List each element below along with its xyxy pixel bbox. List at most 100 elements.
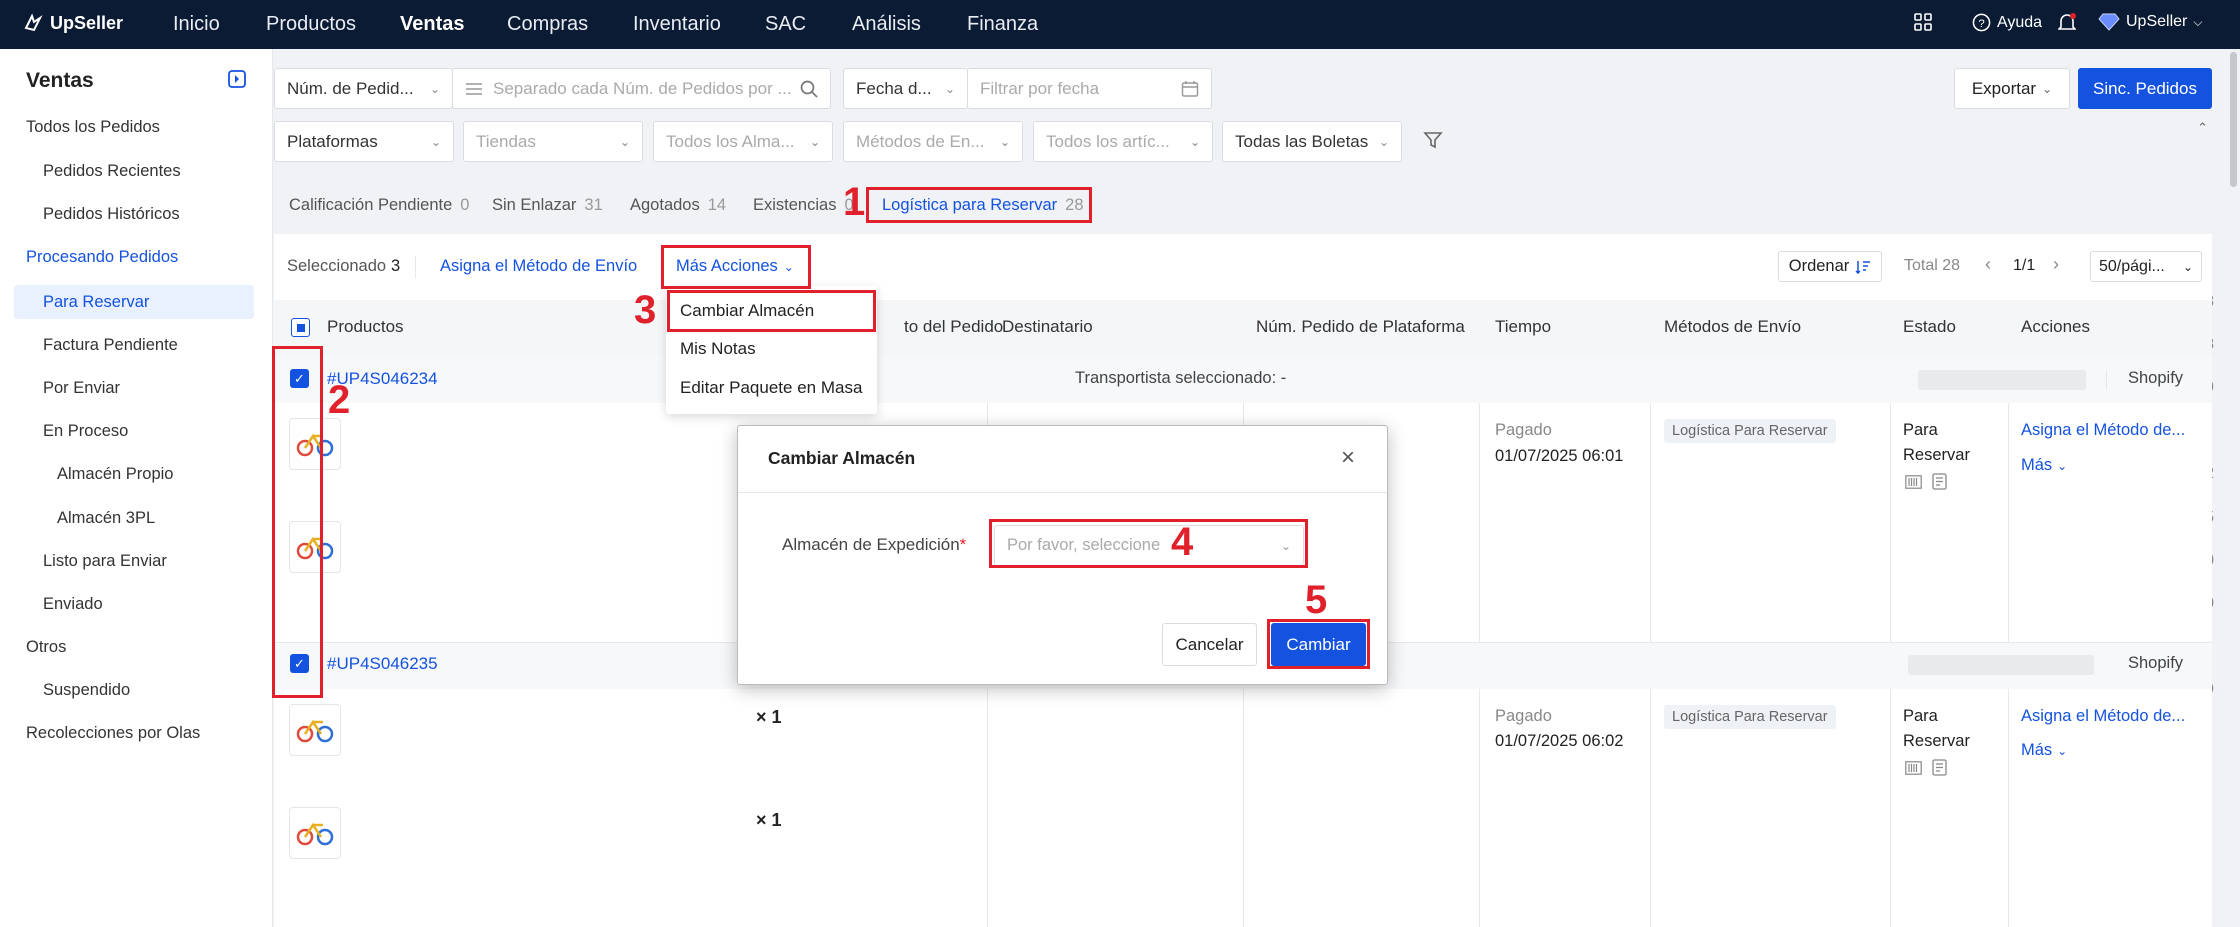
chevron-up-icon[interactable]: ⌃ [2197, 120, 2208, 136]
sidebar-item-to-reserve[interactable]: Para Reservar [43, 293, 149, 312]
nav-ventas[interactable]: Ventas [400, 13, 464, 36]
order-number-select[interactable]: Núm. de Pedid... ⌄ [274, 68, 453, 109]
sidebar-item-suspended[interactable]: Suspendido [43, 681, 130, 700]
document-icon[interactable] [1932, 759, 1947, 781]
page-scrollbar[interactable] [2230, 52, 2237, 187]
sync-orders-button[interactable]: Sinc. Pedidos [2078, 68, 2212, 109]
assign-shipping-button[interactable]: Asigna el Método de Envío [440, 257, 637, 276]
annotation-box-select [989, 519, 1308, 568]
filter-funnel-icon[interactable] [1423, 130, 1443, 155]
column-divider [987, 689, 988, 927]
apps-grid-icon[interactable] [1914, 13, 1932, 31]
select-all-checkbox[interactable] [291, 318, 310, 337]
cancel-button[interactable]: Cancelar [1162, 623, 1257, 666]
svg-text:?: ? [1978, 18, 1984, 30]
more-link[interactable]: Más ⌄ [2021, 456, 2067, 475]
sidebar-item-historic[interactable]: Pedidos Históricos [43, 205, 180, 224]
date-type-select[interactable]: Fecha d... ⌄ [843, 68, 968, 109]
per-page-select[interactable]: 50/pági... ⌄ [2090, 251, 2202, 282]
annotation-number: 5 [1305, 578, 1328, 622]
date-filter-input[interactable]: Filtrar por fecha [967, 68, 1212, 109]
sidebar-item-sent[interactable]: Enviado [43, 595, 103, 614]
help-link[interactable]: ? Ayuda [1972, 13, 2042, 32]
items-label: Todos los artíc... [1046, 131, 1170, 151]
collapse-sidebar-icon[interactable] [228, 70, 246, 93]
header-status: Estado [1903, 317, 1956, 336]
notification-bell-icon[interactable] [2058, 13, 2076, 33]
nav-analisis[interactable]: Análisis [852, 13, 921, 36]
order-number-select-label: Núm. de Pedid... [287, 78, 414, 98]
product-thumbnail[interactable] [289, 704, 341, 756]
barcode-icon[interactable] [1905, 760, 1922, 780]
divider [2106, 370, 2107, 390]
menu-item-bulk-edit-package[interactable]: Editar Paquete en Masa [680, 378, 862, 398]
sidebar-item-in-process[interactable]: En Proceso [43, 422, 128, 441]
tab-pending-rating[interactable]: Calificación Pendiente 0 [289, 196, 469, 215]
menu-item-my-notes[interactable]: Mis Notas [680, 339, 756, 359]
export-button[interactable]: Exportar ⌄ [1954, 68, 2070, 109]
sidebar-item-to-ship[interactable]: Por Enviar [43, 379, 120, 398]
tab-label: Agotados [630, 196, 700, 214]
warehouses-select[interactable]: Todos los Alma... ⌄ [653, 121, 833, 162]
shipping-methods-select[interactable]: Métodos de En... ⌄ [843, 121, 1023, 162]
sidebar-item-others[interactable]: Otros [26, 638, 66, 657]
upseller-logo[interactable]: UpSeller [22, 12, 123, 34]
calendar-icon [1181, 80, 1199, 97]
barcode-icon[interactable] [1905, 474, 1922, 494]
chevron-down-icon: ⌵ [2193, 14, 2203, 29]
order-search-input[interactable]: Separado cada Núm. de Pedidos por ... [452, 68, 831, 109]
column-divider [2008, 689, 2009, 927]
header-recipient: Destinatario [1002, 317, 1093, 336]
tab-count: 14 [707, 196, 727, 214]
assign-method-link[interactable]: Asigna el Método de... [2021, 707, 2185, 726]
sidebar-item-processing[interactable]: Procesando Pedidos [26, 248, 178, 267]
column-divider [1650, 403, 1651, 643]
sort-button[interactable]: Ordenar [1778, 251, 1882, 282]
product-thumbnail[interactable] [289, 807, 341, 859]
tab-stock[interactable]: Existencias 0 [753, 196, 854, 215]
sidebar-item-recent[interactable]: Pedidos Recientes [43, 162, 181, 181]
nav-finanza[interactable]: Finanza [967, 13, 1038, 36]
tab-unlinked[interactable]: Sin Enlazar 31 [492, 196, 603, 215]
stores-select[interactable]: Tiendas ⌄ [463, 121, 643, 162]
header-order-amount: to del Pedido [904, 317, 1004, 336]
search-icon[interactable] [800, 80, 818, 98]
product-image-icon [296, 719, 334, 743]
order-id-link[interactable]: #UP4S046235 [327, 654, 438, 674]
next-page-icon[interactable]: › [2053, 254, 2059, 275]
sidebar-item-all-orders[interactable]: Todos los Pedidos [26, 118, 160, 137]
nav-sac[interactable]: SAC [765, 13, 806, 36]
help-label: Ayuda [1997, 13, 2043, 31]
sidebar-item-ready[interactable]: Listo para Enviar [43, 552, 167, 571]
assign-method-link[interactable]: Asigna el Método de... [2021, 421, 2185, 440]
annotation-box-tab [866, 187, 1092, 223]
chevron-down-icon: ⌄ [429, 81, 440, 96]
close-icon[interactable]: × [1341, 444, 1355, 472]
document-icon[interactable] [1932, 473, 1947, 495]
sidebar-item-waves[interactable]: Recolecciones por Olas [26, 724, 200, 743]
user-menu[interactable]: UpSeller ⌵ [2098, 13, 2202, 31]
modal-title: Cambiar Almacén [768, 448, 916, 468]
prev-page-icon[interactable]: ‹ [1985, 254, 1991, 275]
sidebar-item-invoice[interactable]: Factura Pendiente [43, 336, 178, 355]
selected-count: 3 [391, 257, 401, 275]
annotation-number: 2 [328, 378, 351, 422]
sidebar-item-3pl-warehouse[interactable]: Almacén 3PL [57, 509, 155, 528]
annotation-box-menu-item [667, 290, 876, 332]
nav-inventario[interactable]: Inventario [633, 13, 721, 36]
nav-compras[interactable]: Compras [507, 13, 588, 36]
tab-out-of-stock[interactable]: Agotados 14 [630, 196, 726, 215]
header-platform-order: Núm. Pedido de Plataforma [1256, 317, 1465, 336]
nav-inicio[interactable]: Inicio [173, 13, 220, 36]
platforms-select[interactable]: Plataformas ⌄ [274, 121, 454, 162]
nav-productos[interactable]: Productos [266, 13, 356, 36]
receipts-select[interactable]: Todas las Boletas ⌄ [1222, 121, 1402, 162]
tab-count: 0 [460, 196, 470, 214]
field-label: Almacén de Expedición* [782, 535, 966, 555]
status-line-2: Reservar [1903, 732, 1970, 750]
items-select[interactable]: Todos los artíc... ⌄ [1033, 121, 1213, 162]
sidebar-item-own-warehouse[interactable]: Almacén Propio [57, 465, 173, 484]
more-link[interactable]: Más ⌄ [2021, 741, 2067, 760]
sort-label: Ordenar [1788, 257, 1850, 275]
header-products: Productos [327, 317, 404, 336]
